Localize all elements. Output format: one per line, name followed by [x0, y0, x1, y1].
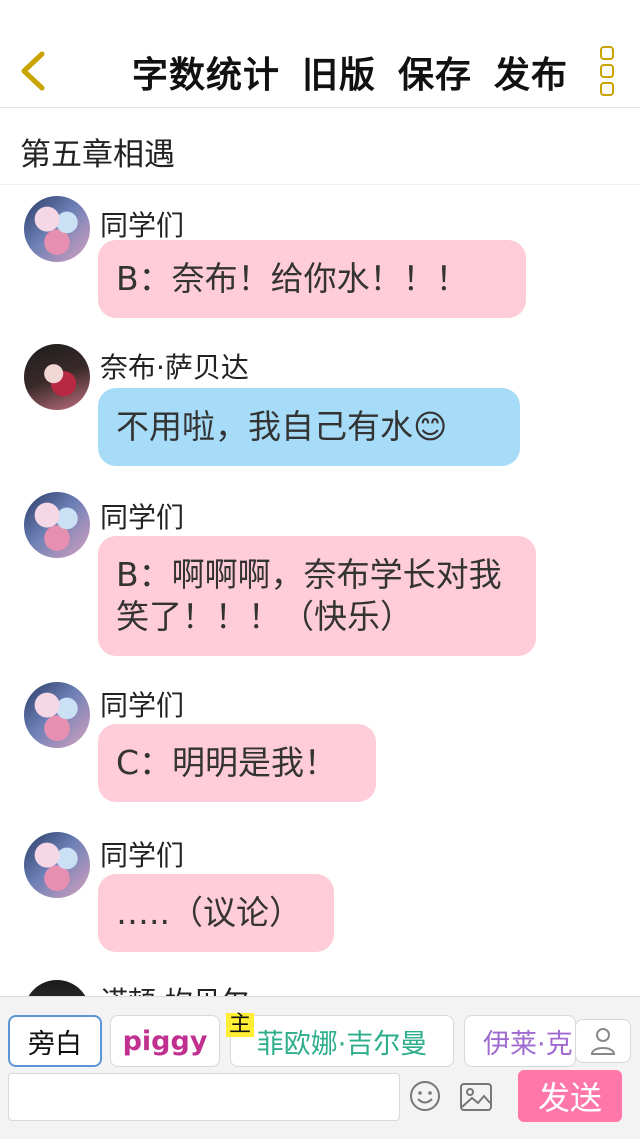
message-bubble[interactable]: C：明明是我！ [98, 724, 376, 802]
user-icon [590, 1028, 616, 1055]
message-item[interactable]: 诺顿·坎贝尔 [0, 980, 640, 996]
top-bar: 字数统计 旧版 保存 发布 [0, 0, 640, 108]
back-button[interactable] [14, 48, 54, 94]
composer-panel: 旁白 piggy 菲欧娜·吉尔曼 伊莱·克 主 发送 [0, 996, 640, 1139]
smiley-icon [410, 1081, 440, 1111]
message-bubble[interactable]: 不用啦，我自己有水😊 [98, 388, 520, 466]
message-input[interactable] [8, 1073, 400, 1121]
sender-name: 奈布·萨贝达 [100, 351, 249, 384]
save-button[interactable]: 保存 [398, 46, 472, 98]
main-role-badge: 主 [226, 1013, 255, 1037]
role-eli-button[interactable]: 伊莱·克 [464, 1015, 576, 1067]
message-bubble[interactable]: B：奈布！给你水！！！ [98, 240, 526, 318]
role-fiona-button[interactable]: 菲欧娜·吉尔曼 [230, 1015, 454, 1067]
more-menu-button[interactable] [596, 46, 618, 96]
chevron-left-icon [21, 51, 45, 91]
sender-name: 诺顿·坎贝尔 [100, 980, 249, 996]
message-bubble[interactable]: …..（议论） [98, 874, 334, 952]
sender-name: 同学们 [100, 501, 185, 534]
sender-name: 同学们 [100, 689, 185, 722]
avatar[interactable] [24, 980, 90, 996]
old-version-button[interactable]: 旧版 [302, 46, 376, 98]
word-count-button[interactable]: 字数统计 [132, 46, 280, 98]
role-manage-button[interactable] [575, 1019, 631, 1063]
more-vertical-icon [600, 46, 614, 60]
message-item[interactable]: 同学们 B：奈布！给你水！！！ [0, 196, 640, 326]
avatar[interactable] [24, 682, 90, 748]
more-dot [600, 64, 614, 78]
sender-name: 同学们 [100, 839, 185, 872]
image-icon [460, 1083, 492, 1111]
role-piggy-button[interactable]: piggy [110, 1015, 220, 1067]
message-item[interactable]: 同学们 …..（议论） [0, 832, 640, 962]
avatar[interactable] [24, 832, 90, 898]
sender-name: 同学们 [100, 209, 185, 242]
image-button[interactable] [458, 1081, 494, 1113]
chapter-header[interactable]: 第五章相遇 [0, 109, 640, 185]
avatar[interactable] [24, 344, 90, 410]
header-actions: 字数统计 旧版 保存 发布 [132, 46, 568, 98]
input-row: 发送 [0, 1070, 640, 1127]
message-bubble[interactable]: B：啊啊啊，奈布学长对我笑了！！！（快乐） [98, 536, 536, 656]
chapter-title: 第五章相遇 [20, 137, 175, 173]
message-item[interactable]: 同学们 B：啊啊啊，奈布学长对我笑了！！！（快乐） [0, 492, 640, 667]
avatar[interactable] [24, 196, 90, 262]
role-selector: 旁白 piggy 菲欧娜·吉尔曼 伊莱·克 [0, 1015, 640, 1067]
emoji-button[interactable] [408, 1079, 442, 1113]
message-item[interactable]: 奈布·萨贝达 不用啦，我自己有水😊 [0, 344, 640, 474]
avatar[interactable] [24, 492, 90, 558]
more-dot [600, 82, 614, 96]
send-button[interactable]: 发送 [518, 1070, 622, 1122]
message-list[interactable]: 同学们 B：奈布！给你水！！！ 奈布·萨贝达 不用啦，我自己有水😊 同学们 B：… [0, 186, 640, 996]
publish-button[interactable]: 发布 [494, 46, 568, 98]
message-item[interactable]: 同学们 C：明明是我！ [0, 682, 640, 812]
role-narrator-button[interactable]: 旁白 [8, 1015, 102, 1067]
